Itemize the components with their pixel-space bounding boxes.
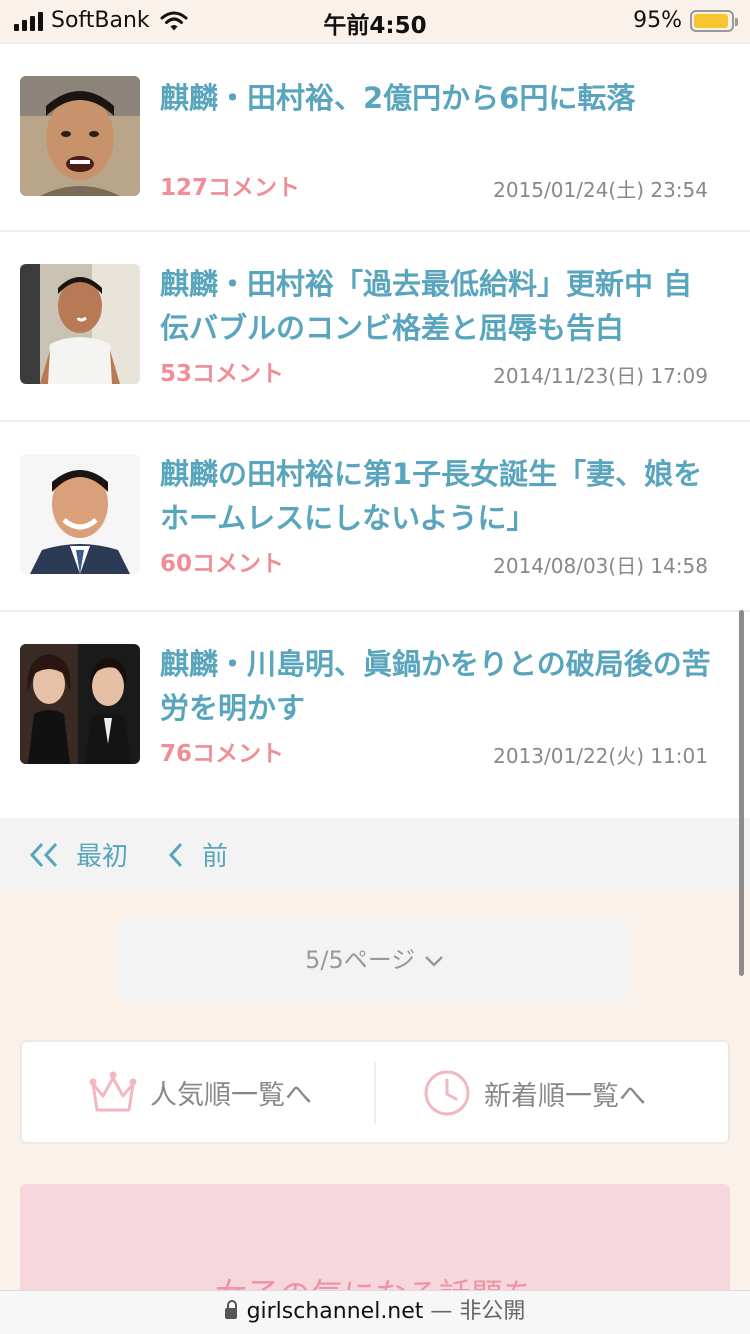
battery-percent: 95% bbox=[633, 8, 682, 33]
article-comment-count: 60コメント bbox=[160, 551, 285, 577]
scrollbar[interactable] bbox=[739, 610, 744, 976]
url-domain: girlschannel.net bbox=[246, 1299, 424, 1324]
url-visibility: — 非公開 bbox=[430, 1299, 526, 1324]
article-list: 麒麟・田村裕、2億円から6円に転落 127コメント 2015/01/24(土) … bbox=[0, 42, 750, 820]
lock-icon bbox=[224, 1300, 237, 1319]
chevron-left-icon bbox=[168, 842, 183, 867]
article-comment-count: 76コメント bbox=[160, 741, 285, 767]
article-thumbnail bbox=[20, 454, 140, 574]
battery-icon bbox=[690, 9, 738, 32]
page-select[interactable]: 5/5ページ bbox=[120, 920, 630, 1000]
chevron-down-icon bbox=[425, 956, 443, 967]
article-date: 2015/01/24(土) 23:54 bbox=[493, 178, 708, 202]
sort-divider bbox=[374, 1062, 376, 1124]
pager-first-label: 最初 bbox=[76, 842, 129, 872]
crown-icon bbox=[89, 1071, 137, 1112]
status-bar-right: 95% bbox=[633, 8, 738, 33]
article-title[interactable]: 麒麟・田村裕、2億円から6円に転落 bbox=[160, 76, 720, 120]
article-thumbnail bbox=[20, 644, 140, 764]
article-title[interactable]: 麒麟・田村裕「過去最低給料」更新中 自伝バブルのコンビ格差と屈辱も告白 bbox=[160, 262, 720, 350]
article-item[interactable]: 麒麟・田村裕「過去最低給料」更新中 自伝バブルのコンビ格差と屈辱も告白 53コメ… bbox=[0, 232, 750, 422]
page-select-label: 5/5ページ bbox=[305, 946, 416, 974]
pager: 最初 前 bbox=[0, 818, 750, 890]
promo-banner[interactable]: 女子の気になる話題を bbox=[20, 1184, 730, 1304]
article-date: 2013/01/22(火) 11:01 bbox=[493, 744, 708, 768]
article-thumbnail bbox=[20, 264, 140, 384]
article-comment-count: 53コメント bbox=[160, 361, 285, 387]
popular-list-link[interactable]: 人気順一覧へ bbox=[88, 1068, 312, 1116]
article-item[interactable]: 麒麟・川島明、眞鍋かをりとの破局後の苦労を明かす 76コメント 2013/01/… bbox=[0, 612, 750, 820]
pager-first-link[interactable]: 最初 bbox=[28, 836, 128, 873]
new-list-link[interactable]: 新着順一覧へ bbox=[422, 1068, 646, 1118]
status-bar: SoftBank 午前4:50 95% bbox=[0, 0, 750, 42]
new-list-label: 新着順一覧へ bbox=[484, 1080, 646, 1112]
article-title[interactable]: 麒麟・川島明、眞鍋かをりとの破局後の苦労を明かす bbox=[160, 642, 720, 730]
sort-links: 人気順一覧へ 新着順一覧へ bbox=[20, 1040, 730, 1144]
article-comment-count: 127コメント bbox=[160, 175, 301, 201]
article-item[interactable]: 麒麟・田村裕、2億円から6円に転落 127コメント 2015/01/24(土) … bbox=[0, 42, 750, 232]
pager-prev-link[interactable]: 前 bbox=[166, 836, 228, 873]
article-item[interactable]: 麒麟の田村裕に第1子長女誕生「妻、娘をホームレスにしないように」 60コメント … bbox=[0, 422, 750, 612]
article-date: 2014/08/03(日) 14:58 bbox=[493, 554, 708, 578]
article-thumbnail bbox=[20, 76, 140, 196]
clock-icon bbox=[424, 1070, 470, 1116]
article-title[interactable]: 麒麟の田村裕に第1子長女誕生「妻、娘をホームレスにしないように」 bbox=[160, 452, 720, 540]
pager-prev-label: 前 bbox=[202, 842, 229, 872]
article-date: 2014/11/23(日) 17:09 bbox=[493, 364, 708, 388]
popular-list-label: 人気順一覧へ bbox=[150, 1079, 312, 1111]
battery-fill bbox=[694, 13, 729, 28]
double-chevron-left-icon bbox=[29, 842, 58, 867]
url-bar[interactable]: girlschannel.net — 非公開 bbox=[0, 1290, 750, 1334]
